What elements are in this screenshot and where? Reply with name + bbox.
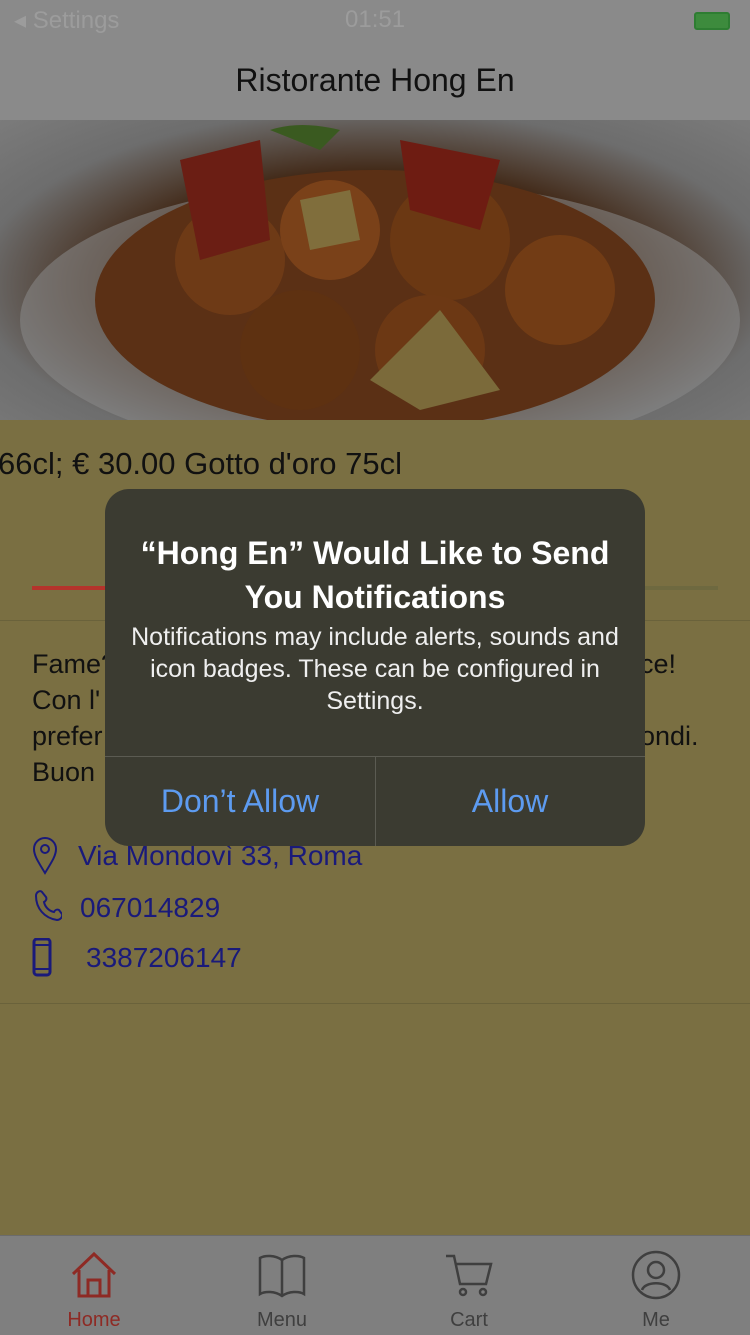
- tab-label: Home: [67, 1309, 121, 1331]
- tab-cart[interactable]: Cart: [375, 1236, 563, 1335]
- mobile-link[interactable]: 3387206147: [86, 942, 242, 974]
- tab-label: Me: [642, 1309, 670, 1331]
- description-right: ce!: [640, 646, 676, 682]
- description-line: ondi.: [640, 721, 699, 751]
- navigation-bar: Ristorante Hong En: [0, 40, 750, 121]
- page-title: Ristorante Hong En: [235, 62, 515, 98]
- alert-title: “Hong En” Would Like to Send You Notific…: [140, 535, 610, 615]
- tab-home[interactable]: Home: [0, 1236, 188, 1335]
- back-to-settings[interactable]: ◂ Settings: [14, 6, 119, 35]
- tab-me[interactable]: Me: [562, 1236, 750, 1335]
- battery-icon: [694, 12, 730, 30]
- status-time: 01:51: [345, 6, 406, 33]
- mobile-phone-icon: [32, 938, 52, 977]
- cart-icon: [446, 1254, 493, 1297]
- food-image: [20, 125, 740, 420]
- selected-segment-indicator: [32, 586, 107, 590]
- status-bar: ◂ Settings 01:51: [0, 0, 750, 40]
- allow-button[interactable]: Allow: [375, 757, 645, 846]
- tab-label: Menu: [256, 1309, 308, 1331]
- tab-bar: Home Menu Cart Me: [0, 1235, 750, 1335]
- description-right: ondi.: [640, 718, 699, 754]
- hero-image-carousel[interactable]: [0, 120, 750, 420]
- location-pin-icon: [32, 837, 58, 875]
- tab-label: Cart: [450, 1309, 488, 1331]
- description-line: ce!: [640, 649, 677, 679]
- divider: [0, 1003, 750, 1004]
- tab-menu[interactable]: Menu: [188, 1236, 376, 1335]
- dont-allow-button[interactable]: Don’t Allow: [105, 757, 375, 846]
- book-icon: [258, 1254, 306, 1298]
- user-profile-icon: [631, 1250, 681, 1300]
- home-icon: [71, 1251, 117, 1298]
- price-line: 66cl; € 30.00 Gotto d'oro 75cl: [0, 446, 403, 481]
- phone-link[interactable]: 067014829: [80, 892, 220, 924]
- notification-permission-alert: “Hong En” Would Like to Send You Notific…: [105, 489, 645, 846]
- segment-indicator: [640, 586, 718, 590]
- phone-icon: [34, 890, 62, 922]
- alert-message: Notifications may include alerts, sounds…: [131, 623, 619, 715]
